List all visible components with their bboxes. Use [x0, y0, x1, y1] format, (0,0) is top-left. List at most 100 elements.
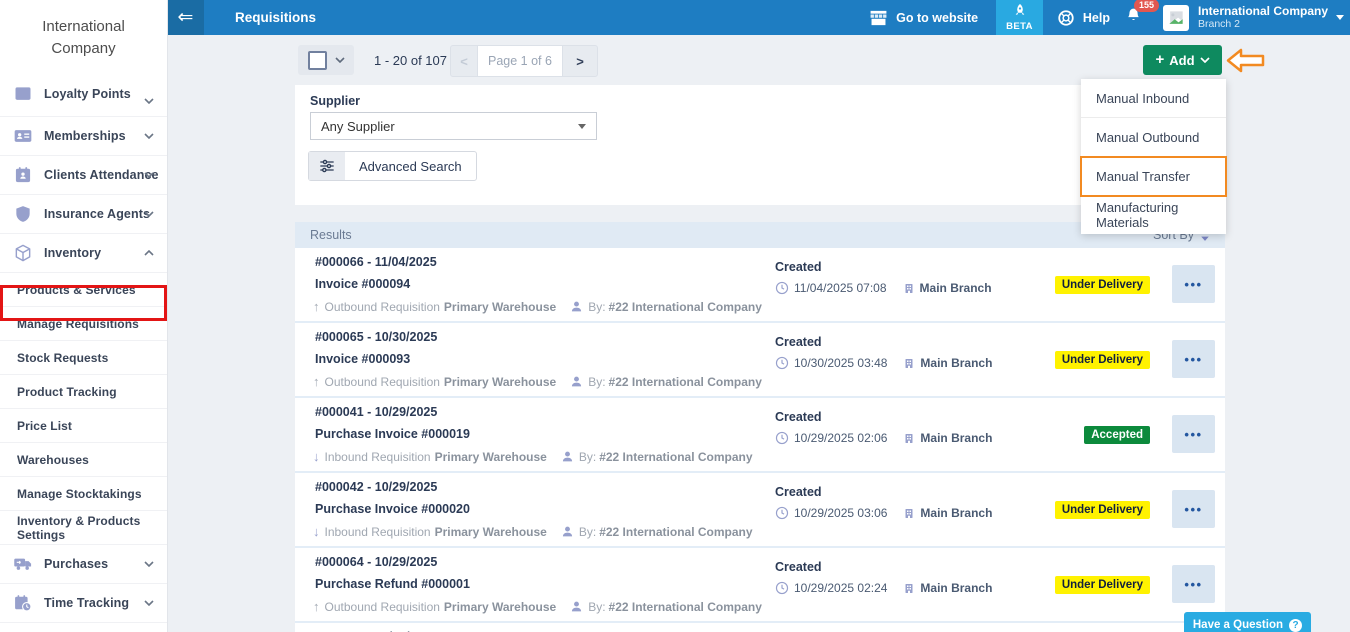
- help-button[interactable]: Help: [1057, 9, 1110, 27]
- topbar: ⇐ Requisitions Go to website BETA: [167, 0, 1350, 35]
- add-menu-item-manual-inbound[interactable]: Manual Inbound: [1081, 79, 1226, 118]
- help-label: Help: [1083, 11, 1110, 25]
- add-menu-item-manual-outbound[interactable]: Manual Outbound: [1081, 118, 1226, 157]
- sidebar-item-label: Products & Services: [17, 283, 136, 297]
- sidebar-item-clients-attendance[interactable]: Clients Attendance: [0, 155, 167, 194]
- sidebar-item-products-services[interactable]: Products & Services: [0, 272, 167, 306]
- sidebar-item-product-tracking[interactable]: Product Tracking: [0, 374, 167, 408]
- prev-page-button[interactable]: <: [451, 46, 477, 76]
- chevron-down-icon: [144, 600, 154, 606]
- requisition-row: #000065 - 10/30/2025Invoice #000093↑Outb…: [295, 323, 1225, 398]
- sidebar-item-label: Inventory: [44, 246, 101, 260]
- sidebar-item-loyalty-points[interactable]: Loyalty Points: [0, 86, 167, 116]
- chevron-down-icon: [144, 172, 154, 178]
- beta-label: BETA: [1006, 21, 1033, 32]
- sidebar-item-finance[interactable]: Finance: [0, 622, 167, 632]
- have-a-question-button[interactable]: Have a Question ?: [1184, 612, 1311, 632]
- created-info: Created10/29/2025 02:24Main Branch: [775, 560, 992, 595]
- sidebar-item-time-tracking[interactable]: Time Tracking: [0, 583, 167, 622]
- requisition-id-date: #000041 - 10/29/2025: [315, 405, 437, 419]
- requisition-document: Invoice #000093: [315, 352, 410, 366]
- created-info: Created11/04/2025 07:08Main Branch: [775, 260, 992, 295]
- created-info: Created10/29/2025 02:06Main Branch: [775, 410, 992, 445]
- warehouse-name: Primary Warehouse: [444, 600, 556, 614]
- warehouse-name: Primary Warehouse: [435, 450, 547, 464]
- clients-attendance-icon: [13, 165, 33, 185]
- sidebar-item-price-list[interactable]: Price List: [0, 408, 167, 442]
- branch-name: Main Branch: [920, 356, 992, 370]
- row-actions-button[interactable]: •••: [1172, 340, 1215, 378]
- page-title: Requisitions: [235, 10, 316, 25]
- life-ring-icon: [1057, 9, 1075, 27]
- row-actions-button[interactable]: •••: [1172, 565, 1215, 603]
- person-icon: [570, 600, 583, 613]
- back-button[interactable]: ⇐: [167, 0, 204, 35]
- sidebar-item-label: Manage Requisitions: [17, 317, 139, 331]
- clock-icon: [775, 281, 789, 295]
- add-menu-item-manual-transfer[interactable]: Manual Transfer: [1081, 157, 1226, 196]
- sidebar-item-inventory[interactable]: Inventory: [0, 233, 167, 272]
- clock-icon: [775, 581, 789, 595]
- company-branch: Branch 2: [1198, 18, 1328, 30]
- sidebar-item-inventory-products-settings[interactable]: Inventory & Products Settings: [0, 510, 167, 544]
- time-tracking-icon: [13, 593, 33, 613]
- sidebar-item-stock-requests[interactable]: Stock Requests: [0, 340, 167, 374]
- beta-button[interactable]: BETA: [996, 0, 1043, 35]
- created-by: #22 International Company: [609, 600, 762, 614]
- inbound-arrow-icon: ↓: [313, 524, 320, 539]
- logo-line2: Company: [0, 38, 167, 60]
- sidebar-item-label: Insurance Agents: [44, 207, 150, 221]
- branch-icon: [903, 507, 915, 520]
- person-icon: [570, 300, 583, 313]
- company-avatar[interactable]: [1163, 5, 1189, 31]
- advanced-search-button[interactable]: Advanced Search: [308, 151, 477, 181]
- sidebar-item-purchases[interactable]: Purchases: [0, 544, 167, 583]
- sidebar-item-label: Product Tracking: [17, 385, 117, 399]
- menu-item-label: Manual Transfer: [1096, 169, 1190, 184]
- sidebar-item-manage-requisitions[interactable]: Manage Requisitions: [0, 306, 167, 340]
- sidebar-item-warehouses[interactable]: Warehouses: [0, 442, 167, 476]
- plus-icon: +: [1155, 51, 1164, 68]
- sidebar-item-manage-stocktakings[interactable]: Manage Stocktakings: [0, 476, 167, 510]
- loyalty-points-icon: [13, 86, 33, 104]
- created-label: Created: [775, 335, 992, 349]
- go-to-website-button[interactable]: Go to website: [869, 10, 978, 26]
- requisition-meta: ↑Outbound RequisitionPrimary WarehouseBy…: [313, 599, 762, 614]
- requisition-meta: ↑Outbound RequisitionPrimary WarehouseBy…: [313, 299, 762, 314]
- menu-item-label: Manufacturing Materials: [1096, 200, 1226, 230]
- add-menu-item-manufacturing-materials[interactable]: Manufacturing Materials: [1081, 196, 1226, 234]
- branch-name: Main Branch: [920, 281, 992, 295]
- row-actions-button[interactable]: •••: [1172, 490, 1215, 528]
- branch-name: Main Branch: [920, 506, 992, 520]
- supplier-select[interactable]: Any Supplier: [310, 112, 597, 140]
- add-dropdown-menu: Manual InboundManual Outbound Manual Tran…: [1081, 79, 1226, 234]
- by-label: By:: [579, 525, 596, 539]
- select-all-checkbox[interactable]: [308, 51, 327, 70]
- branch-name: Main Branch: [920, 581, 992, 595]
- notifications-button[interactable]: 155: [1126, 7, 1141, 29]
- sidebar-item-label: Time Tracking: [44, 596, 129, 610]
- row-actions-button[interactable]: •••: [1172, 265, 1215, 303]
- warehouse-name: Primary Warehouse: [444, 300, 556, 314]
- person-icon: [561, 525, 574, 538]
- created-timestamp: 10/29/2025 02:06: [794, 431, 887, 445]
- question-mark-icon: ?: [1289, 619, 1302, 632]
- by-label: By:: [588, 375, 605, 389]
- next-page-button[interactable]: >: [563, 46, 597, 76]
- select-all-dropdown[interactable]: [298, 45, 354, 75]
- requisition-row: #000066 - 11/04/2025Invoice #000094↑Outb…: [295, 248, 1225, 323]
- add-button[interactable]: + Add: [1143, 45, 1222, 75]
- row-actions-button[interactable]: •••: [1172, 415, 1215, 453]
- storefront-icon: [869, 10, 888, 26]
- requisition-meta: ↓Inbound RequisitionPrimary WarehouseBy:…: [313, 524, 753, 539]
- topbar-right: Go to website BETA Help: [869, 0, 1344, 35]
- sidebar-item-insurance-agents[interactable]: Insurance Agents: [0, 194, 167, 233]
- warehouse-name: Primary Warehouse: [444, 375, 556, 389]
- sidebar-item-memberships[interactable]: Memberships: [0, 116, 167, 155]
- chevron-down-icon: [144, 211, 154, 217]
- memberships-icon: [13, 126, 33, 146]
- requisition-row: #000041 - 10/29/2025Purchase Invoice #00…: [295, 398, 1225, 473]
- company-switcher[interactable]: International Company Branch 2: [1198, 5, 1328, 30]
- by-label: By:: [579, 450, 596, 464]
- sidebar-item-label: Clients Attendance: [44, 168, 159, 182]
